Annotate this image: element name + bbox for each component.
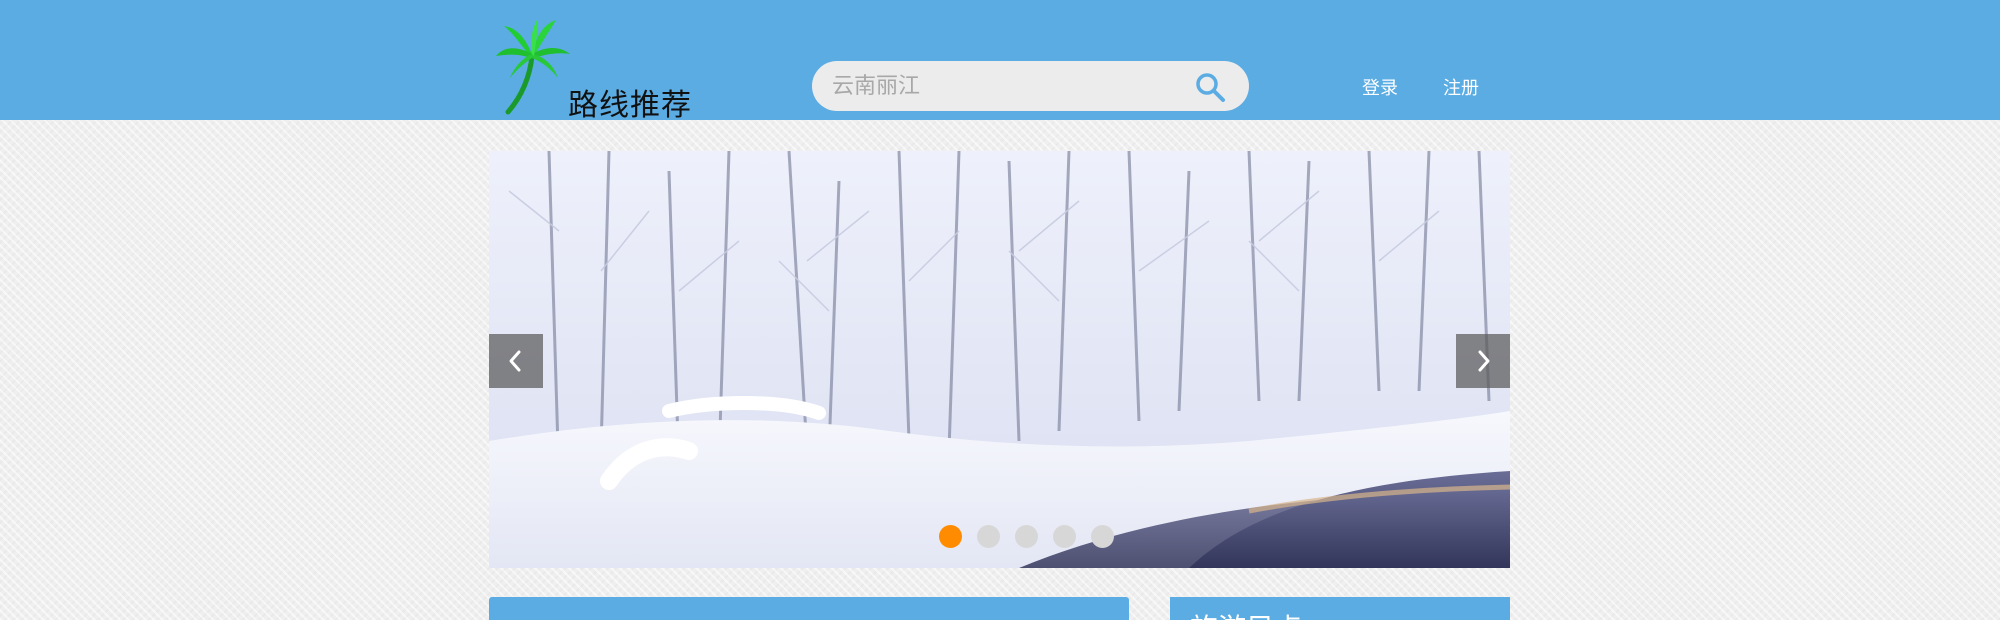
search-icon[interactable] <box>1194 71 1226 103</box>
carousel-slide-image <box>489 151 1510 568</box>
carousel-dot-1[interactable] <box>939 525 962 548</box>
search-box <box>812 61 1249 111</box>
carousel-dot-4[interactable] <box>1053 525 1077 548</box>
carousel-prev-button[interactable] <box>489 334 543 388</box>
carousel-dot-2[interactable] <box>977 525 1001 548</box>
site-header: 路线推荐 登录 注册 <box>0 0 2000 123</box>
image-carousel <box>489 151 1510 568</box>
register-link[interactable]: 注册 <box>1443 74 1479 100</box>
search-input[interactable] <box>832 61 1172 111</box>
palm-tree-icon <box>496 18 570 115</box>
carousel-next-button[interactable] <box>1456 334 1510 388</box>
chevron-right-icon <box>1478 350 1490 372</box>
chevron-left-icon <box>509 350 521 372</box>
carousel-dot-5[interactable] <box>1091 525 1115 548</box>
sidebar-panel-title: 旅游目点 <box>1190 607 1302 620</box>
carousel-dot-3[interactable] <box>1015 525 1039 548</box>
sidebar-panel-header: 旅游目点 <box>1170 597 1510 620</box>
carousel-indicators <box>939 525 1124 549</box>
login-link[interactable]: 登录 <box>1362 74 1398 100</box>
site-logo[interactable]: 路线推荐 <box>496 16 712 123</box>
content-panel-header <box>489 597 1129 620</box>
logo-title: 路线推荐 <box>568 88 692 123</box>
